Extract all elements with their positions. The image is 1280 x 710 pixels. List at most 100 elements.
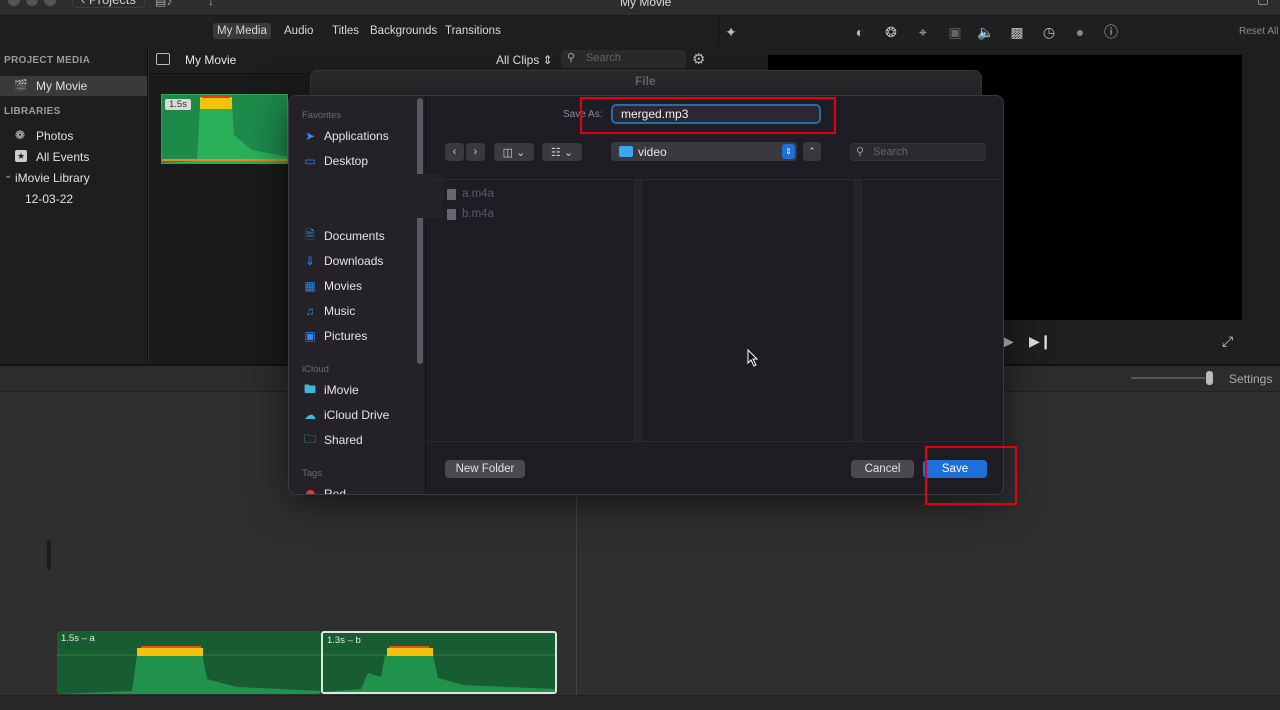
equalizer-icon[interactable]: ▩	[1008, 23, 1026, 41]
sidebar-item-event-12-03-22[interactable]: 12-03-22	[0, 191, 147, 209]
media-title: My Movie	[185, 53, 237, 67]
timeline-settings-button[interactable]: Settings	[1229, 372, 1272, 386]
group-by-button[interactable]: ☷ ⌄	[542, 143, 582, 161]
file-name: b.m4a	[462, 208, 494, 220]
tab-audio[interactable]: Audio	[280, 23, 317, 39]
sidebar-item-label: Applications	[324, 129, 389, 143]
divider	[427, 441, 1003, 442]
back-button[interactable]: ‹	[445, 143, 464, 161]
timeline-zoom-thumb[interactable]	[1206, 371, 1213, 385]
skip-forward-icon[interactable]: ▶❙	[1029, 333, 1052, 350]
expand-dialog-button[interactable]: ⌃	[803, 142, 821, 161]
title-bar: ‹ Projects ▤♪ ↓ My Movie	[0, 0, 1280, 16]
file-column-1: a.m4a b.m4a	[427, 180, 632, 441]
tab-backgrounds[interactable]: Backgrounds	[366, 23, 441, 39]
dialog-search-input[interactable]: Search	[850, 143, 986, 161]
sidebar-item-label: iMovie	[324, 383, 359, 397]
sidebar-item-label: Red	[324, 487, 347, 495]
audio-file-icon	[447, 208, 456, 220]
project-media-heading: PROJECT MEDIA	[4, 55, 91, 66]
search-icon: ⚲	[856, 146, 865, 158]
media-clip-thumbnail[interactable]: 1.5s	[161, 94, 288, 164]
media-browser-tabs: My Media Audio Titles Backgrounds Transi…	[0, 16, 718, 46]
sidebar-item-label: Downloads	[324, 254, 384, 268]
column-resize-handle[interactable]	[852, 180, 864, 441]
filter-icon[interactable]: ●	[1071, 23, 1089, 41]
gear-icon[interactable]: ⚙	[692, 50, 705, 68]
tab-my-media[interactable]: My Media	[213, 23, 271, 39]
forward-button[interactable]: ›	[466, 143, 485, 161]
download-icon[interactable]: ↓	[208, 0, 214, 8]
sidebar-item-all-events[interactable]: ★ All Events	[0, 149, 147, 167]
grid-icon: ☷	[550, 146, 561, 159]
picture-icon: ▣	[304, 329, 316, 343]
photos-icon: ❁	[15, 128, 26, 142]
sidebar-item-shared[interactable]: 🗀 Shared	[303, 432, 363, 448]
clip-label: 1.5s – a	[61, 633, 95, 644]
sidebar-item-applications[interactable]: ➤ Applications	[303, 129, 389, 143]
sidebar-item-label: Documents	[324, 229, 385, 243]
favorites-heading: Favorites	[302, 110, 342, 121]
sidebar-item-desktop[interactable]: ▭ Desktop	[303, 154, 368, 168]
sidebar-item-label: All Events	[36, 150, 90, 164]
location-select[interactable]: video ⇕	[611, 142, 797, 161]
timeline-zoom-slider[interactable]	[1131, 377, 1205, 379]
sidebar-item-icloud-drive[interactable]: ☁ iCloud Drive	[303, 408, 389, 422]
clip-duration-badge: 1.5s	[165, 99, 191, 110]
icloud-heading: iCloud	[302, 364, 329, 375]
sidebar-item-downloads[interactable]: ⇓ Downloads	[303, 254, 383, 268]
sidebar-scrollbar[interactable]	[417, 98, 423, 364]
columns-icon: ◫	[502, 146, 514, 159]
tags-heading: Tags	[302, 468, 323, 479]
share-icon[interactable]	[1258, 0, 1268, 5]
column-resize-handle[interactable]	[632, 180, 644, 441]
minimize-window-button[interactable]	[26, 0, 38, 6]
dialog-sidebar: Favorites ➤ Applications ▭ Desktop 🗎 Docume…	[289, 96, 443, 495]
color-balance-icon[interactable]: ◐	[851, 23, 869, 41]
sidebar-item-documents[interactable]: 🗎 Documents	[303, 228, 385, 244]
sidebar-item-photos[interactable]: ❁ Photos	[0, 128, 147, 146]
sidebar-item-movies[interactable]: ▦ Movies	[303, 279, 362, 293]
reset-all-button[interactable]: Reset All	[1239, 26, 1278, 37]
cancel-button[interactable]: Cancel	[851, 460, 914, 478]
info-icon[interactable]: ⓘ	[1102, 23, 1120, 41]
star-icon: ★	[15, 150, 27, 162]
sidebar-item-music[interactable]: ♫ Music	[303, 304, 356, 318]
sidebar-item-pictures[interactable]: ▣ Pictures	[303, 329, 367, 343]
volume-icon[interactable]: 🔈	[977, 23, 995, 41]
sidebar-item-tag-red[interactable]: Red	[303, 487, 347, 495]
magic-wand-icon[interactable]: ✦	[722, 23, 740, 41]
folder-icon: 🖿	[303, 381, 316, 396]
sidebar-item-label: Photos	[36, 129, 74, 143]
sidebar-item-imovie-library[interactable]: ⌄ iMovie Library	[0, 170, 147, 188]
view-mode-button[interactable]: ◫ ⌄	[494, 143, 534, 161]
sidebar-item-imovie[interactable]: 🖿 iMovie	[303, 381, 359, 398]
projects-back-button[interactable]: ‹ Projects	[72, 0, 145, 8]
download-icon: ⇓	[304, 254, 316, 268]
play-icon[interactable]: ▶	[1003, 333, 1014, 350]
new-folder-button[interactable]: New Folder	[445, 460, 525, 478]
sidebar-item-label: iMovie Library	[15, 171, 90, 185]
zoom-window-button[interactable]	[44, 0, 56, 6]
chevron-down-icon[interactable]: ⌄	[4, 170, 12, 181]
sidebar-item-my-movie[interactable]: 🎬 My Movie	[0, 76, 147, 96]
tab-titles[interactable]: Titles	[328, 23, 363, 39]
sidebar-item-label: Shared	[324, 433, 363, 447]
import-media-icon[interactable]: ▤♪	[155, 0, 172, 8]
timeline-clip-b[interactable]: 1.3s – b	[321, 631, 557, 694]
clip-filter-select[interactable]: All Clips ⇕	[496, 53, 553, 67]
color-palette-icon[interactable]: ❂	[882, 23, 900, 41]
music-note-icon: ♫	[305, 304, 315, 318]
media-search-input[interactable]: ⚲ Search	[561, 50, 686, 68]
clapperboard-icon: 🎬	[14, 80, 28, 92]
close-window-button[interactable]	[8, 0, 20, 6]
speed-icon[interactable]: ◷	[1040, 23, 1058, 41]
stabilization-icon[interactable]: ▣	[946, 23, 964, 41]
fullscreen-icon[interactable]: ⤢	[1222, 333, 1233, 350]
waveform-icon	[57, 646, 321, 694]
sidebar-toggle-icon[interactable]	[156, 53, 170, 65]
timeline-clip-a[interactable]: 1.5s – a	[57, 631, 321, 694]
crop-icon[interactable]: ⌖	[914, 23, 932, 41]
search-icon: ⚲	[567, 52, 576, 64]
tab-transitions[interactable]: Transitions	[441, 23, 505, 39]
